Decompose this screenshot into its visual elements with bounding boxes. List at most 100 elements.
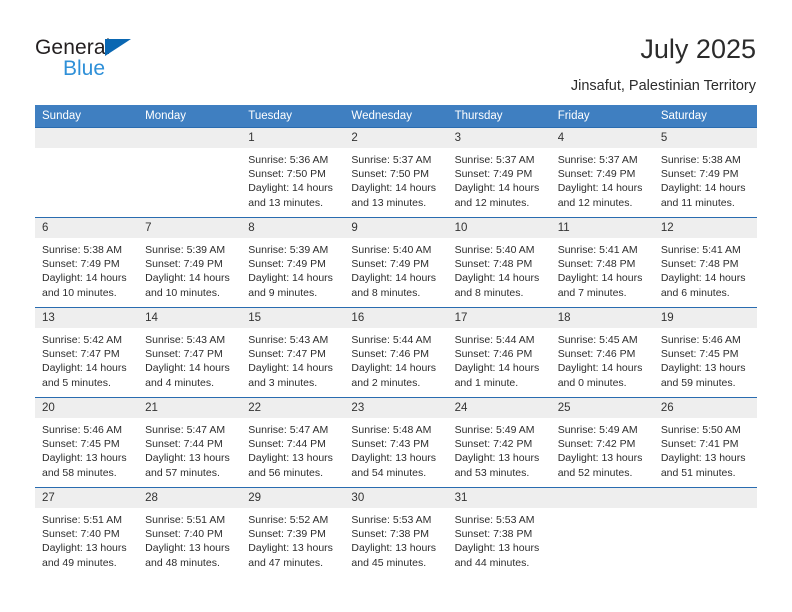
calendar-day-cell[interactable]: 14 Sunrise: 5:43 AM Sunset: 7:47 PM Dayligh… [138, 307, 242, 398]
day-number: 2 [344, 128, 448, 148]
daylight-text: Daylight: 14 hours and 12 minutes. [454, 182, 540, 209]
weekday-header-sunday: Sunday [35, 105, 139, 128]
calendar-day-cell[interactable]: 27 Sunrise: 5:51 AM Sunset: 7:40 PM Dayligh… [35, 487, 139, 577]
daylight-text: Daylight: 13 hours and 45 minutes. [351, 542, 437, 569]
month-calendar-table: Sunday Monday Tuesday Wednesday Thursday… [35, 105, 757, 577]
calendar-week-row: 13 Sunrise: 5:42 AM Sunset: 7:47 PM Dayligh… [35, 307, 757, 398]
calendar-day-cell[interactable]: 24 Sunrise: 5:49 AM Sunset: 7:42 PM Dayligh… [447, 397, 551, 488]
calendar-day-cell[interactable]: 17 Sunrise: 5:44 AM Sunset: 7:46 PM Dayligh… [447, 307, 551, 398]
daylight-text: Daylight: 14 hours and 9 minutes. [248, 272, 333, 299]
calendar-day-cell[interactable]: 12 Sunrise: 5:41 AM Sunset: 7:48 PM Dayligh… [653, 217, 757, 308]
day-details: Sunrise: 5:50 AM Sunset: 7:41 PM Daylight:… [654, 418, 757, 480]
sunset-text: Sunset: 7:45 PM [660, 348, 739, 361]
sunset-text: Sunset: 7:47 PM [248, 348, 326, 361]
calendar-day-cell[interactable]: 25 Sunrise: 5:49 AM Sunset: 7:42 PM Dayligh… [550, 397, 654, 488]
day-details: Sunrise: 5:47 AM Sunset: 7:44 PM Daylight:… [241, 418, 344, 480]
calendar-day-cell[interactable]: 8 Sunrise: 5:39 AM Sunset: 7:49 PM Daylight… [241, 217, 345, 308]
sunrise-text: Sunrise: 5:37 AM [351, 154, 432, 166]
calendar-day-cell[interactable]: 15 Sunrise: 5:43 AM Sunset: 7:47 PM Dayligh… [241, 307, 345, 398]
sunrise-text: Sunrise: 5:38 AM [42, 244, 122, 256]
calendar-day-cell[interactable]: 16 Sunrise: 5:44 AM Sunset: 7:46 PM Dayligh… [344, 307, 448, 398]
sunrise-text: Sunrise: 5:39 AM [248, 244, 329, 256]
calendar-day-cell[interactable]: 20 Sunrise: 5:46 AM Sunset: 7:45 PM Dayligh… [35, 397, 139, 488]
daylight-text: Daylight: 13 hours and 58 minutes. [42, 452, 127, 479]
day-details: Sunrise: 5:44 AM Sunset: 7:46 PM Daylight:… [344, 328, 447, 390]
calendar-day-cell[interactable]: 5 Sunrise: 5:38 AM Sunset: 7:49 PM Daylight… [653, 127, 757, 218]
daylight-text: Daylight: 14 hours and 1 minute. [454, 362, 540, 389]
sunset-text: Sunset: 7:49 PM [145, 258, 223, 271]
day-details: Sunrise: 5:48 AM Sunset: 7:43 PM Daylight:… [344, 418, 447, 480]
day-details: Sunrise: 5:39 AM Sunset: 7:49 PM Daylight:… [241, 238, 344, 300]
weekday-header-monday: Monday [138, 105, 242, 128]
calendar-day-cell[interactable]: 7 Sunrise: 5:39 AM Sunset: 7:49 PM Daylight… [138, 217, 242, 308]
calendar-day-cell[interactable]: 23 Sunrise: 5:48 AM Sunset: 7:43 PM Dayligh… [344, 397, 448, 488]
calendar-day-cell[interactable]: 21 Sunrise: 5:47 AM Sunset: 7:44 PM Dayligh… [138, 397, 242, 488]
sunset-text: Sunset: 7:49 PM [557, 168, 636, 181]
day-details: Sunrise: 5:47 AM Sunset: 7:44 PM Daylight:… [138, 418, 241, 480]
location-subtitle: Jinsafut, Palestinian Territory [570, 78, 756, 94]
day-details: Sunrise: 5:38 AM Sunset: 7:49 PM Daylight:… [654, 148, 757, 210]
day-number: 20 [35, 398, 139, 418]
calendar-day-cell[interactable]: 29 Sunrise: 5:52 AM Sunset: 7:39 PM Dayligh… [241, 487, 345, 577]
calendar-day-cell[interactable]: 19 Sunrise: 5:46 AM Sunset: 7:45 PM Dayligh… [653, 307, 757, 398]
sunrise-text: Sunrise: 5:40 AM [351, 244, 432, 256]
sunset-text: Sunset: 7:49 PM [454, 168, 533, 181]
day-number: 15 [241, 308, 345, 328]
sunrise-text: Sunrise: 5:38 AM [660, 154, 741, 166]
daylight-text: Daylight: 14 hours and 10 minutes. [145, 272, 230, 299]
daylight-text: Daylight: 14 hours and 5 minutes. [42, 362, 127, 389]
sunset-text: Sunset: 7:45 PM [42, 438, 120, 451]
sunrise-text: Sunrise: 5:53 AM [351, 514, 432, 526]
calendar-day-cell[interactable]: 13 Sunrise: 5:42 AM Sunset: 7:47 PM Dayligh… [35, 307, 139, 398]
day-number: 12 [653, 218, 757, 238]
day-number: 31 [447, 488, 551, 508]
day-number [550, 488, 654, 508]
sunrise-text: Sunrise: 5:44 AM [454, 334, 535, 346]
calendar-day-cell[interactable]: 1 Sunrise: 5:36 AM Sunset: 7:50 PM Daylight… [241, 127, 345, 218]
sunrise-text: Sunrise: 5:51 AM [42, 514, 122, 526]
calendar-day-cell[interactable]: 4 Sunrise: 5:37 AM Sunset: 7:49 PM Daylight… [550, 127, 654, 218]
sunset-text: Sunset: 7:40 PM [42, 528, 120, 541]
calendar-day-cell[interactable]: 3 Sunrise: 5:37 AM Sunset: 7:49 PM Daylight… [447, 127, 551, 218]
sunset-text: Sunset: 7:46 PM [351, 348, 430, 361]
calendar-day-cell[interactable]: 2 Sunrise: 5:37 AM Sunset: 7:50 PM Daylight… [344, 127, 448, 218]
day-details: Sunrise: 5:53 AM Sunset: 7:38 PM Daylight:… [448, 508, 551, 570]
sunset-text: Sunset: 7:38 PM [351, 528, 430, 541]
day-details: Sunrise: 5:44 AM Sunset: 7:46 PM Daylight:… [448, 328, 551, 390]
sunrise-text: Sunrise: 5:41 AM [660, 244, 741, 256]
daylight-text: Daylight: 14 hours and 2 minutes. [351, 362, 437, 389]
day-number: 26 [653, 398, 757, 418]
sunset-text: Sunset: 7:42 PM [454, 438, 533, 451]
day-number: 27 [35, 488, 139, 508]
sunrise-text: Sunrise: 5:41 AM [557, 244, 638, 256]
daylight-text: Daylight: 14 hours and 13 minutes. [351, 182, 437, 209]
sunset-text: Sunset: 7:40 PM [145, 528, 223, 541]
sunset-text: Sunset: 7:48 PM [660, 258, 739, 271]
day-details: Sunrise: 5:40 AM Sunset: 7:48 PM Daylight:… [448, 238, 551, 300]
calendar-day-cell[interactable]: 26 Sunrise: 5:50 AM Sunset: 7:41 PM Dayligh… [653, 397, 757, 488]
sunset-text: Sunset: 7:48 PM [454, 258, 533, 271]
calendar-day-cell[interactable]: 22 Sunrise: 5:47 AM Sunset: 7:44 PM Dayligh… [241, 397, 345, 488]
day-number: 22 [241, 398, 345, 418]
calendar-day-cell[interactable]: 28 Sunrise: 5:51 AM Sunset: 7:40 PM Dayligh… [138, 487, 242, 577]
day-details: Sunrise: 5:40 AM Sunset: 7:49 PM Daylight:… [344, 238, 447, 300]
daylight-text: Daylight: 13 hours and 56 minutes. [248, 452, 333, 479]
calendar-day-cell[interactable]: 18 Sunrise: 5:45 AM Sunset: 7:46 PM Dayligh… [550, 307, 654, 398]
sunset-text: Sunset: 7:47 PM [42, 348, 120, 361]
day-details: Sunrise: 5:51 AM Sunset: 7:40 PM Daylight:… [35, 508, 138, 570]
day-details: Sunrise: 5:53 AM Sunset: 7:38 PM Daylight:… [344, 508, 447, 570]
sunrise-text: Sunrise: 5:43 AM [248, 334, 329, 346]
calendar-day-cell[interactable]: 11 Sunrise: 5:41 AM Sunset: 7:48 PM Dayligh… [550, 217, 654, 308]
calendar-day-cell[interactable]: 31 Sunrise: 5:53 AM Sunset: 7:38 PM Dayligh… [447, 487, 551, 577]
day-details: Sunrise: 5:46 AM Sunset: 7:45 PM Daylight:… [35, 418, 138, 480]
sunset-text: Sunset: 7:47 PM [145, 348, 223, 361]
sunrise-text: Sunrise: 5:37 AM [454, 154, 535, 166]
calendar-day-cell[interactable]: 6 Sunrise: 5:38 AM Sunset: 7:49 PM Daylight… [35, 217, 139, 308]
day-number: 13 [35, 308, 139, 328]
calendar-day-cell[interactable]: 10 Sunrise: 5:40 AM Sunset: 7:48 PM Dayligh… [447, 217, 551, 308]
calendar-day-cell[interactable]: 9 Sunrise: 5:40 AM Sunset: 7:49 PM Daylight… [344, 217, 448, 308]
day-number: 18 [550, 308, 654, 328]
sunrise-text: Sunrise: 5:36 AM [248, 154, 329, 166]
sunrise-text: Sunrise: 5:44 AM [351, 334, 432, 346]
calendar-day-cell[interactable]: 30 Sunrise: 5:53 AM Sunset: 7:38 PM Dayligh… [344, 487, 448, 577]
